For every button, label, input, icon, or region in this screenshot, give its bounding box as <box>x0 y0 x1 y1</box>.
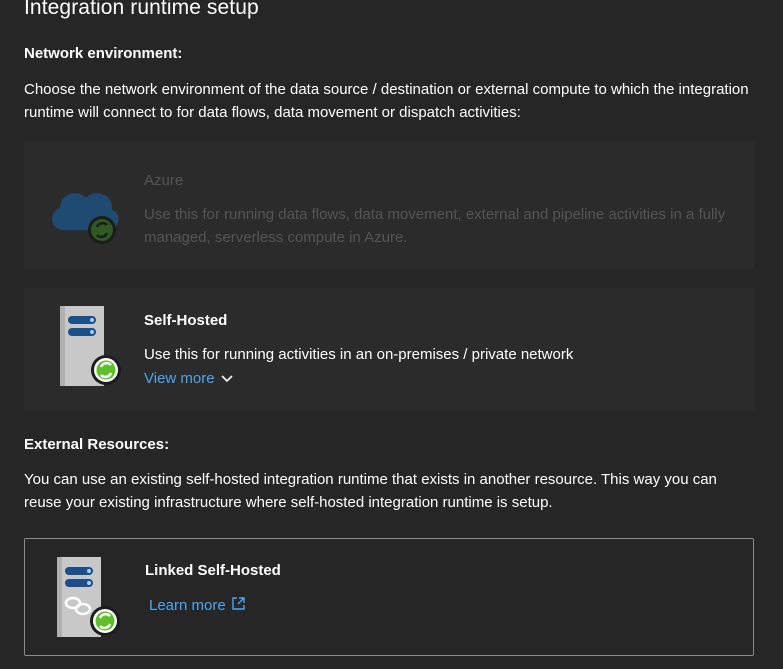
linked-self-hosted-option-card[interactable]: Linked Self-Hosted Learn more <box>24 538 754 656</box>
linked-self-hosted-option-title: Linked Self-Hosted <box>145 562 281 579</box>
external-link-icon <box>232 597 245 614</box>
learn-more-label: Learn more <box>149 597 226 614</box>
network-environment-description: Choose the network environment of the da… <box>24 81 749 121</box>
network-environment-heading: Network environment: <box>24 45 183 62</box>
self-hosted-option-description: Use this for running activities in an on… <box>144 346 574 363</box>
server-icon <box>60 306 122 393</box>
external-resources-description: You can use an existing self-hosted inte… <box>24 471 717 511</box>
view-more-link[interactable]: View more <box>144 370 233 387</box>
azure-option-title: Azure <box>144 172 184 189</box>
self-hosted-option-title: Self-Hosted <box>144 312 228 329</box>
linked-server-icon <box>57 557 121 644</box>
azure-option-card: Azure Use this for running data flows, d… <box>24 142 754 270</box>
learn-more-link[interactable]: Learn more <box>149 597 245 614</box>
azure-option-description: Use this for running data flows, data mo… <box>144 206 726 246</box>
cloud-icon <box>44 172 124 252</box>
external-resources-heading: External Resources: <box>24 436 170 453</box>
page-title: Integration runtime setup <box>24 0 259 19</box>
self-hosted-option-card[interactable]: Self-Hosted Use this for running activit… <box>24 288 754 410</box>
view-more-label: View more <box>144 370 215 387</box>
integration-runtime-setup-page: Integration runtime setup Network enviro… <box>0 0 783 669</box>
chevron-down-icon <box>221 370 233 387</box>
